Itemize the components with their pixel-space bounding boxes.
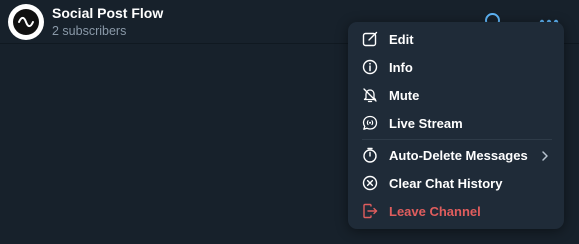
menu-item-live-stream[interactable]: Live Stream: [348, 109, 564, 137]
menu-item-leave-channel[interactable]: Leave Channel: [348, 197, 564, 225]
menu-item-label: Leave Channel: [389, 203, 481, 219]
chevron-right-icon: [540, 149, 550, 161]
channel-logo-icon: [13, 9, 39, 35]
channel-context-menu: Edit Info Mute Live Stream Auto-Delete M…: [348, 22, 564, 229]
live-stream-icon: [362, 115, 378, 131]
mute-icon: [362, 87, 378, 103]
subscriber-count: 2 subscribers: [52, 24, 127, 38]
menu-item-label: Edit: [389, 31, 414, 47]
channel-avatar[interactable]: [8, 4, 44, 40]
menu-item-label: Clear Chat History: [389, 175, 503, 191]
menu-item-label: Live Stream: [389, 115, 463, 131]
menu-item-label: Info: [389, 59, 413, 75]
menu-item-info[interactable]: Info: [348, 53, 564, 81]
leave-icon: [362, 203, 378, 219]
menu-item-clear-history[interactable]: Clear Chat History: [348, 169, 564, 197]
menu-item-label: Mute: [389, 87, 420, 103]
menu-item-mute[interactable]: Mute: [348, 81, 564, 109]
edit-icon: [362, 31, 378, 47]
timer-icon: [362, 147, 378, 163]
channel-title[interactable]: Social Post Flow: [52, 5, 163, 21]
info-icon: [362, 59, 378, 75]
clear-icon: [362, 175, 378, 191]
menu-divider: [362, 139, 552, 140]
menu-item-auto-delete[interactable]: Auto-Delete Messages: [348, 141, 564, 169]
menu-item-edit[interactable]: Edit: [348, 25, 564, 53]
menu-item-label: Auto-Delete Messages: [389, 147, 528, 163]
